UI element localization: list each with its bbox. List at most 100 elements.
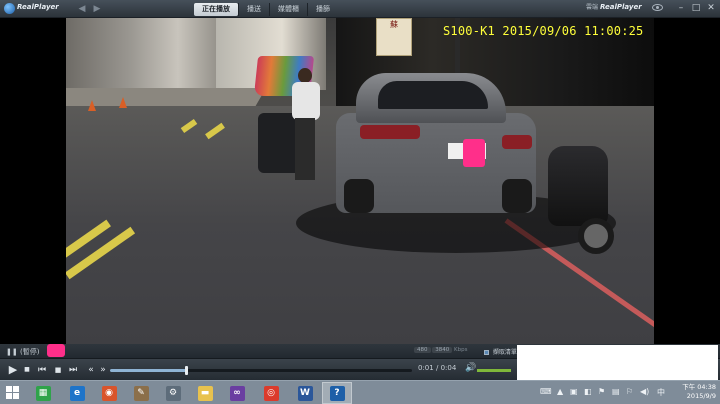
taskbar: ▦ e ◉ ✎ ⚙ ▬ ∞ ◎ W? ⌨ ▲ ▣ ◧ ⚑ ▤ ⚐ ◀) 中 下午 04:38 2… <box>0 380 720 404</box>
chrome-app[interactable]: ◎ <box>256 382 286 404</box>
tool-app[interactable]: ✎ <box>126 382 156 404</box>
maximize-button[interactable]: □ <box>690 2 702 14</box>
gear-icon: ⚙ <box>165 385 181 401</box>
realplayer-app[interactable]: ? <box>322 382 352 404</box>
car-wheel <box>502 179 532 213</box>
close-button[interactable]: ✕ <box>705 2 717 14</box>
visualstudio-icon: ∞ <box>229 385 245 401</box>
flag-icon[interactable]: ⚐ <box>626 387 633 396</box>
building-left <box>66 18 226 98</box>
seek-bar[interactable] <box>110 366 412 375</box>
car-taillight <box>360 125 420 139</box>
person-torso <box>292 82 320 120</box>
redaction-mark <box>47 344 65 357</box>
blank-panel <box>517 345 718 380</box>
cloud-brand[interactable]: 雲端 RealPlayer <box>586 2 642 11</box>
brand-small-label: 雲端 <box>586 4 599 11</box>
time-separator: / <box>435 364 439 372</box>
explorer-app[interactable]: ▬ <box>190 382 220 404</box>
car-rear-window <box>378 81 488 109</box>
time-readout: 0:01 / 0:04 <box>418 364 456 372</box>
settings-app[interactable]: ⚙ <box>158 382 188 404</box>
stop-dot-icon[interactable]: ■ <box>23 363 31 377</box>
traffic-cone <box>119 97 127 108</box>
pause-state-icon: ❚❚ <box>6 348 18 356</box>
chrome-plugin-app[interactable]: ◉ <box>94 382 124 404</box>
realplayer-logo-icon <box>4 3 15 14</box>
next-icon[interactable]: ⏭ <box>67 363 79 377</box>
playback-state: ❚❚ (暫停) <box>6 347 39 357</box>
title-bar: RealPlayer ◀ ▶ 正在播放 播送 媒體櫃 播篩 雲端 RealPla… <box>0 0 720 18</box>
realplayer-logo[interactable]: RealPlayer <box>4 2 59 16</box>
format-chip: 480 <box>414 347 431 353</box>
rewind-icon[interactable]: « <box>86 363 96 377</box>
tab-library[interactable]: 媒體櫃 <box>269 3 307 16</box>
fast-forward-icon[interactable]: » <box>98 363 108 377</box>
tab-broadcast[interactable]: 播送 <box>238 3 269 16</box>
system-clock[interactable]: 下午 04:38 2015/9/9 <box>672 383 716 401</box>
app-window: RealPlayer ◀ ▶ 正在播放 播送 媒體櫃 播篩 雲端 RealPla… <box>0 0 720 404</box>
clock-date: 2015/9/9 <box>686 392 716 400</box>
stream-info: 480 3840 Kbps <box>414 347 467 353</box>
play-button[interactable]: ▶ <box>6 363 20 377</box>
redaction-mark <box>463 139 485 167</box>
word-app[interactable]: W <box>290 382 320 404</box>
format-chip: Kbps <box>454 347 468 353</box>
shop-sign-text: 蘇 <box>390 20 398 29</box>
chrome-icon: ◎ <box>263 385 279 401</box>
seek-handle[interactable] <box>184 366 188 375</box>
globe-icon: ◉ <box>101 385 117 401</box>
person <box>288 68 322 183</box>
volume-icon[interactable]: 🔊 <box>465 363 476 373</box>
forward-arrow-icon[interactable]: ▶ <box>91 3 103 15</box>
tab-filter[interactable]: 播篩 <box>307 3 338 16</box>
tray-network-icon[interactable]: ◧ <box>584 387 592 396</box>
folder-icon: ▬ <box>197 385 213 401</box>
camera-timestamp-overlay: S100-K1 2015/09/06 11:00:25 <box>443 24 644 38</box>
car-wheel <box>344 179 374 213</box>
windows-start-icon[interactable] <box>6 386 20 400</box>
store-icon: ▦ <box>35 385 51 401</box>
brand-name-label: RealPlayer <box>599 3 642 11</box>
keyboard-icon[interactable]: ⌨ <box>540 387 552 396</box>
shop-sign: 蘇 <box>376 18 412 56</box>
seek-progress <box>110 369 186 372</box>
logo-text: RealPlayer <box>17 3 59 11</box>
scooter <box>538 146 618 256</box>
format-chip: 3840 <box>432 347 453 353</box>
store-app[interactable]: ▦ <box>28 382 58 404</box>
volume-level <box>477 369 511 372</box>
person-head <box>298 68 312 83</box>
car <box>258 73 536 223</box>
tool-icon: ✎ <box>133 385 149 401</box>
tray-app-icon[interactable]: ▣ <box>570 387 578 396</box>
ie-icon: e <box>69 385 85 401</box>
traffic-cone <box>88 100 96 111</box>
tab-now-playing[interactable]: 正在播放 <box>194 3 238 16</box>
minimize-button[interactable]: – <box>675 2 687 14</box>
back-arrow-icon[interactable]: ◀ <box>76 3 88 15</box>
video-display[interactable]: 蘇 S100-K1 2015/09/06 11:00:25 <box>0 18 720 344</box>
capture-list-toggle[interactable]: 擷取清單 <box>484 347 517 356</box>
person-legs <box>295 118 315 180</box>
capture-list-checkbox[interactable] <box>484 350 489 355</box>
capture-list-label: 擷取清單 <box>492 349 517 356</box>
eye-icon[interactable] <box>652 4 663 11</box>
playback-state-text: (暫停) <box>19 348 40 356</box>
tray-security-icon[interactable]: ⚑ <box>598 387 605 396</box>
volume-slider[interactable] <box>477 369 511 372</box>
time-total: 0:04 <box>440 364 457 372</box>
car-taillight <box>502 135 532 149</box>
network-icon[interactable]: ▤ <box>612 387 620 396</box>
video-frame: 蘇 <box>66 18 654 344</box>
ime-icon[interactable]: 中 <box>657 387 665 398</box>
ie-app[interactable]: e <box>62 382 92 404</box>
stop-icon[interactable]: ■ <box>52 363 64 377</box>
tray-arrow-icon[interactable]: ▲ <box>557 387 563 396</box>
time-current: 0:01 <box>418 364 434 372</box>
word-icon: W <box>297 385 313 401</box>
vs-app[interactable]: ∞ <box>222 382 252 404</box>
speaker-icon[interactable]: ◀) <box>640 387 649 396</box>
previous-icon[interactable]: ⏮ <box>36 363 48 377</box>
scooter-body <box>548 146 608 226</box>
